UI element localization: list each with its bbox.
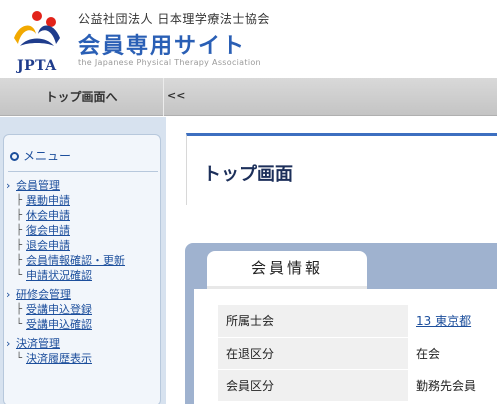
row-value: 在会 [416, 346, 441, 361]
jpta-logo-icon [14, 11, 60, 46]
branch-link[interactable]: 13 東京都 [416, 314, 471, 328]
tree-branch-icon: ├ [16, 304, 23, 315]
top-nav-bar: トップ画面へ << [0, 78, 497, 116]
row-value-cell: 在会 [408, 337, 497, 370]
row-label: 在退区分 [218, 337, 408, 370]
organization-name: 公益社団法人 日本理学療法士協会 [78, 12, 270, 26]
table-row: 在退区分 在会 [218, 337, 497, 370]
tab-member-info[interactable]: 会員情報 [207, 251, 367, 289]
menu-group: › 決済管理 └ 決済履歴表示 [6, 336, 160, 366]
chevron-right-icon: › [6, 288, 11, 301]
top-page-button[interactable]: トップ画面へ [0, 78, 164, 116]
member-info-panel: 会員情報 所属士会 13 東京都 在退区分 在会 会員区分 勤務先会員 [185, 243, 497, 404]
row-value: 勤務先会員 [416, 378, 477, 393]
menu-group: › 会員管理 ├ 異動申請 ├ 休会申請 ├ 復会申請 ├ 退会申請 ├ 会員情報確認・更新 └ 申請状況… [6, 178, 160, 283]
menu-item-link[interactable]: ├ 異動申請 [6, 193, 160, 208]
menu-item-link[interactable]: └ 申請状況確認 [6, 268, 160, 283]
site-header: JPTA 公益社団法人 日本理学療法士協会 会員専用サイト the Japane… [0, 0, 497, 78]
menu-group-link[interactable]: › 会員管理 [6, 178, 160, 193]
tree-branch-icon: ├ [16, 195, 23, 206]
menu-group-label: 決済管理 [16, 337, 60, 350]
menu-item-link[interactable]: └ 受講申込確認 [6, 317, 160, 332]
menu-box: メニュー › 会員管理 ├ 異動申請 ├ 休会申請 ├ 復会申請 ├ 退会申請 ├ 会員情報確認・更新… [3, 134, 161, 404]
tree-branch-icon: ├ [16, 225, 23, 236]
row-label: 所属士会 [218, 305, 408, 338]
menu-group-label: 会員管理 [16, 179, 60, 192]
tree-branch-icon: ├ [16, 255, 23, 266]
menu-item-label: 退会申請 [26, 239, 70, 252]
chevron-right-icon: › [6, 337, 11, 350]
member-info-body: 所属士会 13 東京都 在退区分 在会 会員区分 勤務先会員 [194, 289, 497, 404]
menu-item-link[interactable]: ├ 会員情報確認・更新 [6, 253, 160, 268]
tree-branch-icon: └ [16, 270, 23, 281]
menu-title: メニュー [10, 147, 71, 164]
page-title-box: トップ画面 [186, 133, 497, 205]
menu-item-link[interactable]: ├ 休会申請 [6, 208, 160, 223]
menu-title-label: メニュー [23, 149, 72, 163]
menu-item-label: 休会申請 [26, 209, 70, 222]
tree-branch-icon: └ [16, 353, 23, 364]
sidebar: メニュー › 会員管理 ├ 異動申請 ├ 休会申請 ├ 復会申請 ├ 退会申請 ├ 会員情報確認・更新… [0, 117, 166, 404]
menu-item-label: 受講申込確認 [26, 318, 92, 331]
menu-item-link[interactable]: └ 決済履歴表示 [6, 351, 160, 366]
tree-branch-icon: ├ [16, 210, 23, 221]
menu-divider [8, 171, 158, 172]
page-title: トップ画面 [203, 164, 293, 185]
menu-group-label: 研修会管理 [16, 288, 71, 301]
menu-item-label: 異動申請 [26, 194, 70, 207]
menu-item-label: 復会申請 [26, 224, 70, 237]
main-content: トップ画面 会員情報 所属士会 13 東京都 在退区分 在会 会員区分 勤務先会員 [166, 117, 497, 404]
menu-item-label: 申請状況確認 [26, 269, 92, 282]
circle-icon [10, 152, 19, 161]
site-subtitle: the Japanese Physical Therapy Associatio… [78, 58, 261, 67]
menu-group-link[interactable]: › 決済管理 [6, 336, 160, 351]
table-row: 所属士会 13 東京都 [218, 305, 497, 338]
collapse-sidebar-button[interactable]: << [167, 78, 185, 116]
jpta-logo[interactable]: JPTA [6, 8, 68, 74]
row-value-cell: 13 東京都 [408, 305, 497, 338]
menu-item-label: 受講申込登録 [26, 303, 92, 316]
menu-list: › 会員管理 ├ 異動申請 ├ 休会申請 ├ 復会申請 ├ 退会申請 ├ 会員情報確認・更新 └ 申請状況… [6, 178, 160, 370]
logo-text: JPTA [17, 58, 57, 74]
menu-item-label: 会員情報確認・更新 [26, 254, 125, 267]
menu-group: › 研修会管理 ├ 受講申込登録 └ 受講申込確認 [6, 287, 160, 332]
table-row: 会員区分 勤務先会員 [218, 369, 497, 402]
chevron-right-icon: › [6, 179, 11, 192]
row-label: 会員区分 [218, 369, 408, 402]
site-title: 会員専用サイト [78, 34, 247, 59]
tree-branch-icon: ├ [16, 240, 23, 251]
menu-group-link[interactable]: › 研修会管理 [6, 287, 160, 302]
menu-item-link[interactable]: ├ 退会申請 [6, 238, 160, 253]
row-value-cell: 勤務先会員 [408, 369, 497, 402]
tree-branch-icon: └ [16, 319, 23, 330]
menu-item-label: 決済履歴表示 [26, 352, 92, 365]
menu-item-link[interactable]: ├ 復会申請 [6, 223, 160, 238]
member-info-table: 所属士会 13 東京都 在退区分 在会 会員区分 勤務先会員 [218, 305, 497, 402]
menu-item-link[interactable]: ├ 受講申込登録 [6, 302, 160, 317]
